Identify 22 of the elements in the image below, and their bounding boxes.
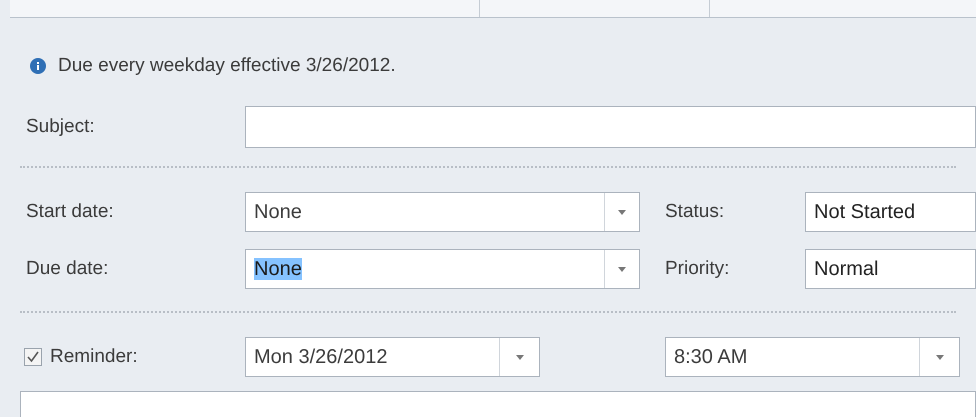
reminder-checkbox[interactable] [24,348,42,366]
field-label: Due date: [25,256,110,281]
subject-field[interactable] [245,106,976,148]
dropdown-arrow-icon [618,266,626,272]
notes-field[interactable] [20,391,976,417]
dropdown-arrow-icon [516,354,524,360]
date-dropdown[interactable]: None [245,192,640,232]
check-icon [27,351,39,363]
field-label: Reminder: [50,344,138,369]
time-dropdown[interactable]: 8:30 AM [665,337,960,377]
dropdown-arrow-icon [618,210,626,214]
dropdown-arrow-icon [936,354,944,360]
dropdown-field[interactable]: Not Started [805,192,976,232]
field-label: Start date: [25,200,115,224]
dropdown-field[interactable]: Normal [805,249,976,289]
date-dropdown[interactable]: None [245,249,640,289]
field-label: Priority: [664,256,730,281]
date-dropdown[interactable]: Mon 3/26/2012 [245,337,540,377]
field-label: Subject: [25,114,96,139]
info-icon [30,58,46,74]
field-label: Status: [664,200,726,224]
info-text: Due every weekday effective 3/26/2012. [58,54,396,78]
